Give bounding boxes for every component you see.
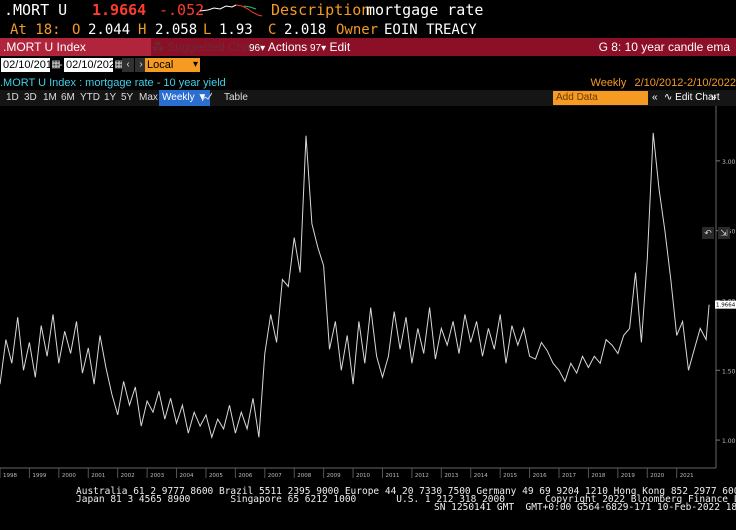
x-tick-label: 2013 [444, 473, 458, 479]
footer-line-3: SN 1250141 GMT GMT+0:00 G564-6829-171 10… [434, 502, 736, 513]
series-subtitle: .MORT U Index : mortgage rate - 10 year … [0, 77, 226, 89]
sparkline-icon [200, 4, 262, 17]
x-tick-label: 2018 [591, 473, 605, 479]
x-tick-label: 2015 [503, 473, 517, 479]
suggested-icon: ⁂ [152, 40, 164, 54]
frequency-label: Weekly [162, 92, 195, 103]
currency-select[interactable]: Local CCY [145, 58, 193, 85]
x-tick-label: 2017 [562, 473, 576, 479]
suggested-charts-button[interactable]: ⁂ Suggested Charts [152, 38, 263, 56]
x-tick-label: 2009 [327, 473, 341, 479]
header-row-ohlc: At 18: O 2.044 H 2.058 L 1.93 C 2.018 Ow… [0, 20, 736, 38]
last-value-label: 1.9664 [716, 303, 736, 309]
low-label: L [203, 22, 212, 38]
date-dash: - [59, 59, 63, 71]
currency-dropdown-icon[interactable]: ▾ [191, 58, 200, 72]
description-value: mortgage rate [366, 1, 484, 19]
low-value: 1.93 [219, 22, 253, 38]
x-tick-label: 2003 [150, 473, 164, 479]
open-label: O [72, 22, 81, 38]
undo-glyph: ↶ [704, 229, 712, 239]
actions-menu-icon: 96▾ [249, 43, 266, 54]
close-value: 2.018 [284, 22, 327, 38]
chart-title: G 8: 10 year candle ema [599, 38, 730, 56]
period-range: Weekly 2/10/2012-2/10/2022 [591, 76, 736, 90]
collapse-icon[interactable]: « [652, 90, 658, 106]
period-freq: Weekly [590, 77, 627, 89]
actions-button[interactable]: 96▾ Actions [249, 38, 307, 56]
line-chart-icon[interactable] [201, 90, 213, 106]
range-3d[interactable]: 3D [24, 90, 37, 106]
x-tick-label: 2014 [474, 473, 488, 479]
range-bar: 1D 3D 1M 6M YTD 1Y 5Y Max Weekly ▼ Table… [0, 90, 736, 106]
y-tick-label: 3.00 [722, 159, 736, 166]
chart-toolbar: .MORT U Index ⁂ Suggested Charts 96▾ Act… [0, 38, 736, 56]
price-chart[interactable]: 1.001.502.002.503.00 1998199920002001200… [0, 106, 736, 488]
export-glyph: ⇲ [720, 229, 728, 239]
chart-title-text: G 8: 10 year candle ema [598, 40, 730, 54]
add-data-input[interactable]: Add Data [553, 91, 648, 105]
y-tick-label: 1.00 [722, 438, 736, 445]
header-row-quote: .MORT U 1.9664 -.052 Description mortgag… [0, 0, 736, 20]
x-tick-label: 2007 [268, 473, 282, 479]
range-6m[interactable]: 6M [61, 90, 75, 106]
high-value: 2.058 [155, 22, 198, 38]
x-tick-label: 2012 [415, 473, 429, 479]
x-tick-label: 2021 [680, 473, 694, 479]
start-date-field[interactable]: 02/10/2012 [1, 58, 58, 72]
table-view-button[interactable]: Table [224, 90, 248, 106]
x-tick-label: 2008 [297, 473, 311, 479]
date-controls: 02/10/2012 ▦ - 02/10/2022 ▦ ‹ › Local CC… [0, 58, 736, 85]
prev-period-icon[interactable]: ‹ [122, 58, 134, 72]
ticker-label[interactable]: .MORT U [4, 1, 67, 19]
at-label: At 18: [10, 22, 61, 38]
x-tick-label: 1998 [3, 473, 17, 479]
high-label: H [138, 22, 147, 38]
index-tab-label: .MORT U Index [3, 40, 86, 54]
x-tick-label: 2016 [533, 473, 547, 479]
x-tick-label: 2010 [356, 473, 370, 479]
x-tick-label: 2006 [238, 473, 252, 479]
edit-label: Edit [329, 40, 351, 54]
x-tick-label: 2011 [385, 473, 399, 479]
range-5y[interactable]: 5Y [121, 90, 133, 106]
edit-button[interactable]: 97▾ Edit [310, 38, 350, 56]
x-tick-label: 2019 [621, 473, 635, 479]
end-date-field[interactable]: 02/10/2022 [64, 58, 121, 72]
y-tick-label: 1.50 [722, 368, 736, 375]
x-tick-label: 2000 [62, 473, 76, 479]
owner-label: Owner [336, 22, 379, 38]
x-tick-label: 2004 [180, 473, 194, 479]
actions-label: Actions [267, 40, 308, 54]
price-change: -.052 [159, 1, 205, 19]
close-label: C [268, 22, 277, 38]
x-tick-label: 1999 [32, 473, 46, 479]
range-1d[interactable]: 1D [6, 90, 19, 106]
x-tick-label: 2005 [209, 473, 223, 479]
x-tick-label: 2020 [650, 473, 664, 479]
period-range-text: 2/10/2012-2/10/2022 [634, 77, 736, 89]
x-tick-label: 2002 [121, 473, 135, 479]
owner-value: EOIN TREACY [384, 22, 477, 38]
index-tab[interactable]: .MORT U Index [0, 38, 151, 56]
range-1m[interactable]: 1M [43, 90, 57, 106]
edit-chart-icon: ∿ [664, 92, 673, 103]
open-value: 2.044 [88, 22, 131, 38]
more-options-icon[interactable]: » [711, 90, 717, 106]
range-1y[interactable]: 1Y [104, 90, 116, 106]
range-max[interactable]: Max [139, 90, 158, 106]
x-tick-label: 2001 [91, 473, 105, 479]
edit-menu-icon: 97▾ [310, 43, 327, 54]
range-ytd[interactable]: YTD [80, 90, 100, 106]
description-label: Description [271, 1, 371, 19]
last-price: 1.9664 [92, 1, 147, 19]
